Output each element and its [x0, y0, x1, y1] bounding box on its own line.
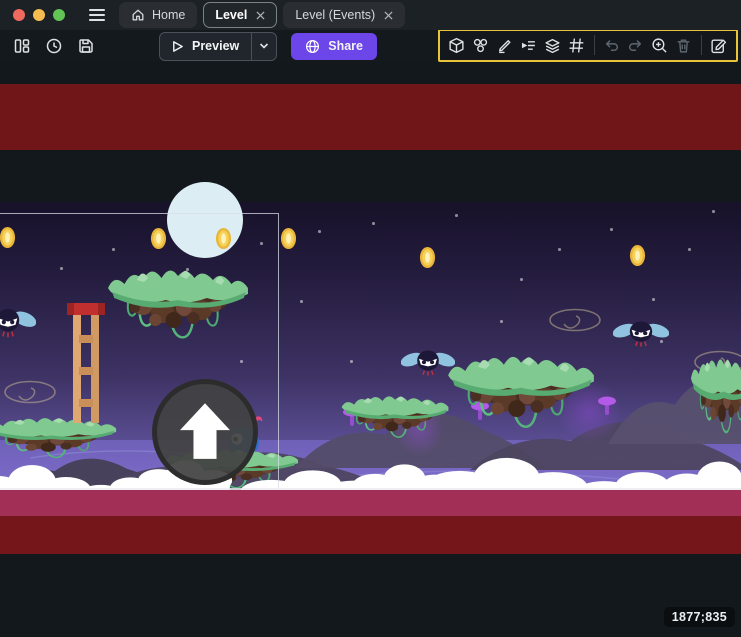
- bottom-red-band[interactable]: [0, 516, 741, 554]
- tab-home[interactable]: Home: [119, 2, 197, 28]
- minimize-window-button[interactable]: [33, 9, 45, 21]
- close-window-button[interactable]: [13, 9, 25, 21]
- bat-enemy[interactable]: [401, 347, 455, 379]
- history-button[interactable]: [42, 34, 66, 58]
- instances-list-button[interactable]: [517, 33, 541, 57]
- star: [500, 320, 503, 323]
- grid-button[interactable]: [565, 33, 589, 57]
- toolbar-separator: [701, 35, 702, 55]
- properties-button[interactable]: [493, 33, 517, 57]
- globe-icon: [305, 39, 320, 54]
- highlighted-tool-group: [438, 29, 738, 62]
- wind-swirl-decoration[interactable]: [2, 379, 58, 405]
- tab-bar: Home Level Level (Events): [119, 0, 405, 30]
- titlebar: Home Level Level (Events): [0, 0, 741, 30]
- star: [652, 298, 655, 301]
- toolbar: Preview Share: [0, 30, 741, 62]
- layers-icon: [544, 37, 561, 54]
- star: [112, 248, 115, 251]
- tab-label: Level (Events): [295, 8, 375, 22]
- layers-button[interactable]: [541, 33, 565, 57]
- share-label: Share: [328, 39, 363, 53]
- tab-label: Level: [215, 8, 247, 22]
- objects-panel-icon: [448, 37, 465, 54]
- hamburger-icon: [89, 9, 105, 11]
- island-platform[interactable]: [106, 260, 250, 352]
- star: [520, 278, 523, 281]
- up-arrow-button[interactable]: [152, 379, 258, 485]
- coin[interactable]: [215, 227, 232, 250]
- bat-enemy[interactable]: [0, 305, 36, 341]
- save-button[interactable]: [74, 34, 98, 58]
- selection-outline-right: [278, 213, 279, 488]
- share-button[interactable]: Share: [291, 33, 377, 60]
- tab-label: Home: [152, 8, 185, 22]
- save-icon: [77, 37, 95, 55]
- ladder[interactable]: [66, 303, 106, 423]
- preview-options-button[interactable]: [251, 33, 276, 60]
- star: [558, 248, 561, 251]
- zoom-in-icon: [651, 37, 668, 54]
- star: [350, 360, 353, 363]
- undo-button[interactable]: [600, 33, 624, 57]
- close-tab-icon[interactable]: [384, 11, 393, 20]
- star: [240, 360, 243, 363]
- glow-mushroom[interactable]: [597, 393, 617, 417]
- bat-enemy[interactable]: [613, 318, 669, 350]
- project-panels-button[interactable]: [10, 34, 34, 58]
- close-tab-icon[interactable]: [256, 11, 265, 20]
- star: [300, 300, 303, 303]
- grid-icon: [568, 37, 585, 54]
- redo-icon: [627, 37, 644, 54]
- undo-icon: [603, 37, 620, 54]
- cursor-coordinates-badge: 1877;835: [664, 607, 735, 627]
- star: [610, 228, 613, 231]
- scene-canvas[interactable]: 1877;835: [0, 62, 741, 637]
- objects-panel-button[interactable]: [445, 33, 469, 57]
- island-platform[interactable]: [690, 348, 741, 448]
- island-platform[interactable]: [446, 346, 596, 442]
- star: [318, 230, 321, 233]
- star: [260, 242, 263, 245]
- coin[interactable]: [150, 227, 167, 250]
- star: [372, 222, 375, 225]
- delete-button[interactable]: [672, 33, 696, 57]
- star: [712, 210, 715, 213]
- star: [60, 267, 63, 270]
- properties-pencil-icon: [496, 37, 513, 54]
- coin[interactable]: [419, 246, 436, 269]
- edit-events-icon: [710, 37, 727, 54]
- maximize-window-button[interactable]: [53, 9, 65, 21]
- star: [688, 248, 691, 251]
- coin[interactable]: [280, 227, 297, 250]
- selection-outline-top: [0, 213, 278, 214]
- zoom-in-button[interactable]: [648, 33, 672, 57]
- instances-list-icon: [520, 37, 537, 54]
- home-icon: [131, 8, 145, 22]
- tab-level[interactable]: Level: [203, 2, 277, 28]
- crimson-ground-band[interactable]: [0, 490, 741, 516]
- top-red-band[interactable]: [0, 84, 741, 150]
- tab-level-events[interactable]: Level (Events): [283, 2, 405, 28]
- chevron-down-icon: [259, 42, 269, 50]
- redo-button[interactable]: [624, 33, 648, 57]
- app-window: Home Level Level (Events): [0, 0, 741, 637]
- wind-swirl-decoration[interactable]: [547, 307, 603, 333]
- preview-button[interactable]: Preview: [159, 32, 277, 61]
- trash-icon: [675, 37, 692, 54]
- edit-events-button[interactable]: [707, 33, 731, 57]
- object-groups-icon: [472, 37, 489, 54]
- preview-label: Preview: [192, 39, 239, 53]
- play-icon: [171, 40, 184, 53]
- star: [455, 214, 458, 217]
- coin[interactable]: [0, 226, 16, 249]
- toolbar-separator: [594, 35, 595, 55]
- object-groups-button[interactable]: [469, 33, 493, 57]
- history-icon: [45, 37, 63, 55]
- coin[interactable]: [629, 244, 646, 267]
- menu-button[interactable]: [89, 9, 105, 21]
- island-platform[interactable]: [340, 390, 450, 446]
- project-panels-icon: [13, 37, 31, 55]
